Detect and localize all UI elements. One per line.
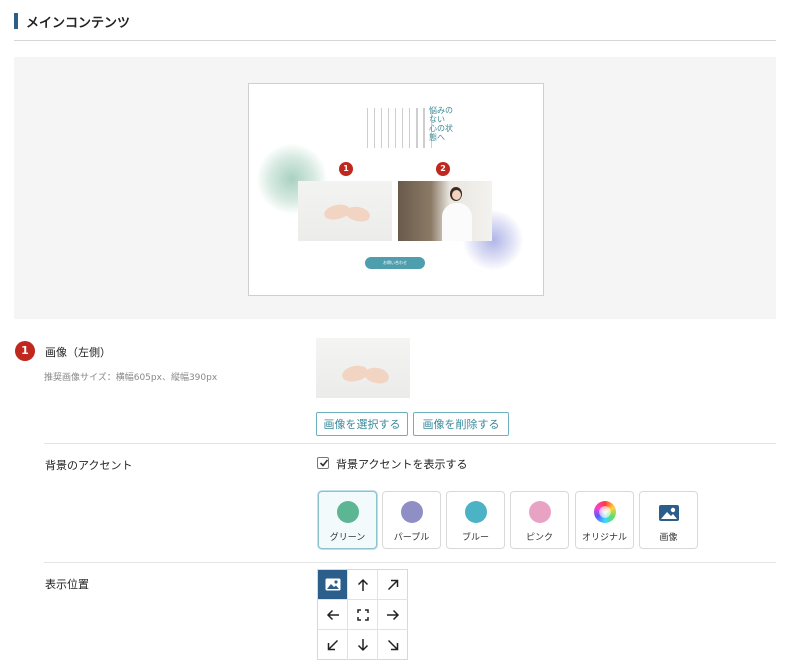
- position-cell-left[interactable]: [318, 600, 348, 630]
- preview-area: 悩みのない 心の状態へ 1 2 お問い合わせ: [14, 57, 776, 319]
- accent-checkbox-label[interactable]: 背景アクセントを表示する: [336, 456, 467, 472]
- image-left-thumbnail: [316, 338, 410, 398]
- image-size-hint: 推奨画像サイズ：横幅605px、縦幅390px: [44, 373, 218, 383]
- person-body: [442, 203, 472, 241]
- accent-checkbox[interactable]: [317, 457, 329, 469]
- position-cell-right[interactable]: [378, 600, 408, 630]
- center-icon: [356, 608, 369, 621]
- accent-option-label: オリジナル: [581, 533, 627, 543]
- arrow-left-icon: [326, 609, 339, 620]
- section-accent-bar: [14, 13, 18, 29]
- hand-shape: [363, 365, 391, 386]
- arrow-right-icon: [387, 609, 400, 620]
- accent-option-purple[interactable]: パープル: [382, 491, 441, 549]
- accent-option-label: ピンク: [525, 533, 553, 543]
- section-header: メインコンテンツ: [14, 10, 776, 41]
- position-cell-bottom-right[interactable]: [378, 630, 408, 660]
- accent-option-label: グリーン: [329, 533, 366, 543]
- delete-image-button[interactable]: 画像を削除する: [413, 412, 509, 436]
- arrow-down-right-icon: [387, 639, 399, 651]
- color-wheel-icon: [594, 501, 616, 523]
- person-face: [452, 190, 461, 200]
- preview-title: 悩みのない 心の状態へ: [429, 106, 457, 160]
- layout-preview: 悩みのない 心の状態へ 1 2 お問い合わせ: [248, 83, 544, 296]
- green-swatch-icon: [337, 501, 359, 523]
- accent-option-pink[interactable]: ピンク: [510, 491, 569, 549]
- accent-option-original[interactable]: オリジナル: [575, 491, 634, 549]
- position-cell-top[interactable]: [348, 570, 378, 600]
- accent-option-blue[interactable]: ブルー: [446, 491, 505, 549]
- checkmark-icon: [319, 459, 329, 467]
- preview-image-left: [298, 181, 392, 241]
- pink-swatch-icon: [529, 501, 551, 523]
- select-image-button[interactable]: 画像を選択する: [316, 412, 408, 436]
- arrow-down-icon: [357, 639, 368, 652]
- position-cell-center[interactable]: [348, 600, 378, 630]
- accent-option-label: 画像: [659, 533, 678, 543]
- accent-option-green[interactable]: グリーン: [318, 491, 377, 549]
- preview-marker-1: 1: [339, 162, 353, 176]
- arrow-down-left-icon: [327, 639, 338, 651]
- arrow-up-icon: [357, 578, 368, 591]
- accent-option-label: ブルー: [461, 533, 489, 543]
- position-grid: [317, 569, 408, 660]
- position-cell-image[interactable]: [318, 570, 348, 600]
- hand-shape: [344, 204, 372, 224]
- position-cell-bottom-left[interactable]: [318, 630, 348, 660]
- preview-cta-button: お問い合わせ: [365, 257, 425, 269]
- position-cell-bottom[interactable]: [348, 630, 378, 660]
- purple-swatch-icon: [401, 501, 423, 523]
- accent-label: 背景のアクセント: [45, 459, 133, 472]
- position-label: 表示位置: [45, 578, 89, 591]
- accent-option-label: パープル: [393, 533, 430, 543]
- arrow-up-right-icon: [387, 579, 399, 590]
- preview-marker-2: 2: [436, 162, 450, 176]
- image-icon: [659, 505, 679, 521]
- image-icon: [325, 578, 340, 591]
- preview-title-line-1: 悩みのない: [429, 106, 453, 124]
- section-title: メインコンテンツ: [26, 16, 131, 31]
- preview-title-line-2: 心の状態へ: [429, 124, 453, 142]
- image-left-label: 画像（左側）: [45, 346, 111, 359]
- divider: [44, 443, 776, 444]
- accent-option-image[interactable]: 画像: [639, 491, 698, 549]
- preview-image-right: [398, 181, 492, 241]
- position-cell-top-right[interactable]: [378, 570, 408, 600]
- image-number-badge: 1: [15, 341, 35, 361]
- blue-swatch-icon: [465, 501, 487, 523]
- divider: [44, 562, 776, 563]
